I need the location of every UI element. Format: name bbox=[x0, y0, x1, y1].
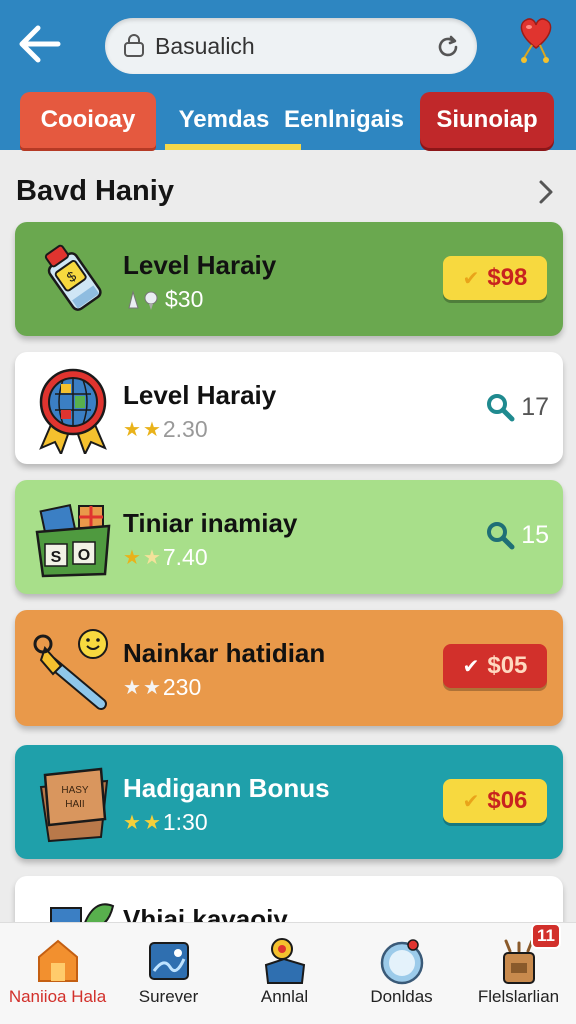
bottom-navigation: Naniioa Hala Surever Annlal Donldas 11 F… bbox=[0, 922, 576, 1024]
star-icon: ★ bbox=[142, 547, 161, 569]
nav-item-donldas[interactable]: Donldas bbox=[344, 923, 459, 1023]
buy-button[interactable]: ✔ $05 bbox=[443, 644, 547, 688]
potion-bottle-icon: $ bbox=[44, 244, 102, 311]
heart-balloon-icon[interactable] bbox=[514, 14, 558, 66]
item-price-info: $30 bbox=[123, 286, 203, 313]
tab-eenlnigais[interactable]: Eenlnigais bbox=[284, 92, 404, 148]
item-cost: $30 bbox=[165, 286, 204, 312]
rating-value: 1:30 bbox=[162, 809, 208, 835]
active-tab-indicator bbox=[165, 144, 301, 150]
gem-icon bbox=[128, 289, 158, 310]
check-icon: ✔ bbox=[462, 790, 480, 813]
magic-wand-icon bbox=[33, 629, 108, 710]
back-arrow-icon[interactable] bbox=[14, 22, 66, 66]
svg-text:S: S bbox=[51, 549, 62, 566]
tab-yemdas[interactable]: Yemdas bbox=[170, 92, 278, 148]
star-icon: ★ bbox=[142, 812, 161, 834]
nav-label: Flelslarlian bbox=[477, 987, 560, 1006]
svg-text:O: O bbox=[78, 547, 90, 564]
star-icon: ★ bbox=[123, 419, 141, 441]
magnifier-icon bbox=[487, 394, 515, 422]
item-rating: ★ ★ 230 bbox=[123, 674, 201, 701]
wooden-sign-icon: HASY HAII bbox=[39, 767, 109, 843]
gift-box-icon bbox=[264, 938, 305, 984]
nav-label: Naniioa Hala bbox=[8, 987, 107, 1006]
star-icon: ★ bbox=[142, 419, 161, 441]
reload-icon[interactable] bbox=[435, 34, 461, 60]
search-count[interactable]: 17 bbox=[485, 392, 549, 422]
search-bar[interactable] bbox=[105, 18, 477, 74]
search-count[interactable]: 15 bbox=[485, 520, 549, 550]
buy-button-price: $06 bbox=[487, 787, 528, 814]
nav-item-annlal[interactable]: Annlal bbox=[227, 923, 342, 1023]
list-item[interactable]: Nainkar hatidian ★ ★ 230 ✔ $05 bbox=[15, 610, 563, 726]
count-value: 17 bbox=[521, 392, 549, 421]
item-name: Nainkar hatidian bbox=[123, 638, 326, 668]
nav-label: Donldas bbox=[370, 987, 433, 1006]
tab-cooioay[interactable]: Cooioay bbox=[20, 92, 156, 148]
category-tabs: Cooioay Yemdas Eenlnigais Siunoiap bbox=[0, 92, 576, 150]
buy-button-price: $05 bbox=[487, 652, 528, 679]
globe-icon bbox=[380, 939, 423, 985]
nav-label: Surever bbox=[138, 987, 199, 1006]
star-icon: ★ bbox=[123, 547, 141, 569]
buy-button[interactable]: ✔ $98 bbox=[443, 256, 547, 300]
nav-item-surever[interactable]: Surever bbox=[111, 923, 226, 1023]
svg-text:HAII: HAII bbox=[65, 799, 84, 810]
item-name: Level Haraiy bbox=[123, 380, 277, 410]
star-icon: ★ bbox=[123, 812, 141, 834]
list-item[interactable]: $ Level Haraiy $30 ✔ $98 bbox=[15, 222, 563, 336]
item-rating: ★ ★ 2.30 bbox=[123, 416, 208, 443]
nav-item-flelslarlian[interactable]: 11 Flelslarlian bbox=[461, 923, 576, 1023]
count-value: 15 bbox=[521, 520, 549, 549]
nav-label: Annlal bbox=[260, 987, 309, 1006]
item-name: Tiniar inamiay bbox=[123, 508, 298, 538]
home-icon bbox=[37, 939, 78, 982]
section-title: Bavd Haniy bbox=[16, 175, 174, 207]
map-icon bbox=[148, 942, 189, 980]
star-icon: ★ bbox=[142, 677, 161, 699]
nav-item-home[interactable]: Naniioa Hala bbox=[0, 923, 115, 1023]
globe-medal-icon bbox=[39, 368, 107, 454]
rating-value: 7.40 bbox=[162, 544, 208, 570]
item-rating: ★ ★ 1:30 bbox=[123, 809, 208, 836]
svg-text:HASY: HASY bbox=[61, 785, 89, 796]
item-name: Level Haraiy bbox=[123, 250, 277, 280]
tab-siunoiap[interactable]: Siunoiap bbox=[420, 92, 554, 148]
star-icon: ★ bbox=[123, 677, 141, 699]
list-item[interactable]: HASY HAII Hadigann Bonus ★ ★ 1:30 ✔ $06 bbox=[15, 745, 563, 859]
buy-button-price: $98 bbox=[487, 264, 528, 291]
magnifier-icon bbox=[487, 522, 515, 550]
check-icon: ✔ bbox=[462, 655, 480, 678]
list-item[interactable]: Level Haraiy ★ ★ 2.30 17 bbox=[15, 352, 563, 464]
item-rating: ★ ★ 7.40 bbox=[123, 544, 208, 571]
chevron-right-icon[interactable] bbox=[534, 178, 558, 206]
list-item[interactable]: S O Tiniar inamiay ★ ★ 7.40 15 bbox=[15, 480, 563, 594]
lock-icon bbox=[124, 34, 144, 57]
toy-box-icon: S O bbox=[35, 503, 111, 578]
notification-badge: 11 bbox=[531, 923, 561, 949]
app-header: Cooioay Yemdas Eenlnigais Siunoiap bbox=[0, 0, 576, 150]
buy-button[interactable]: ✔ $06 bbox=[443, 779, 547, 823]
item-name: Hadigann Bonus bbox=[123, 773, 330, 803]
rating-value: 230 bbox=[162, 674, 202, 700]
search-input[interactable] bbox=[155, 28, 425, 64]
rating-value: 2.30 bbox=[162, 416, 208, 442]
check-icon: ✔ bbox=[462, 267, 480, 290]
